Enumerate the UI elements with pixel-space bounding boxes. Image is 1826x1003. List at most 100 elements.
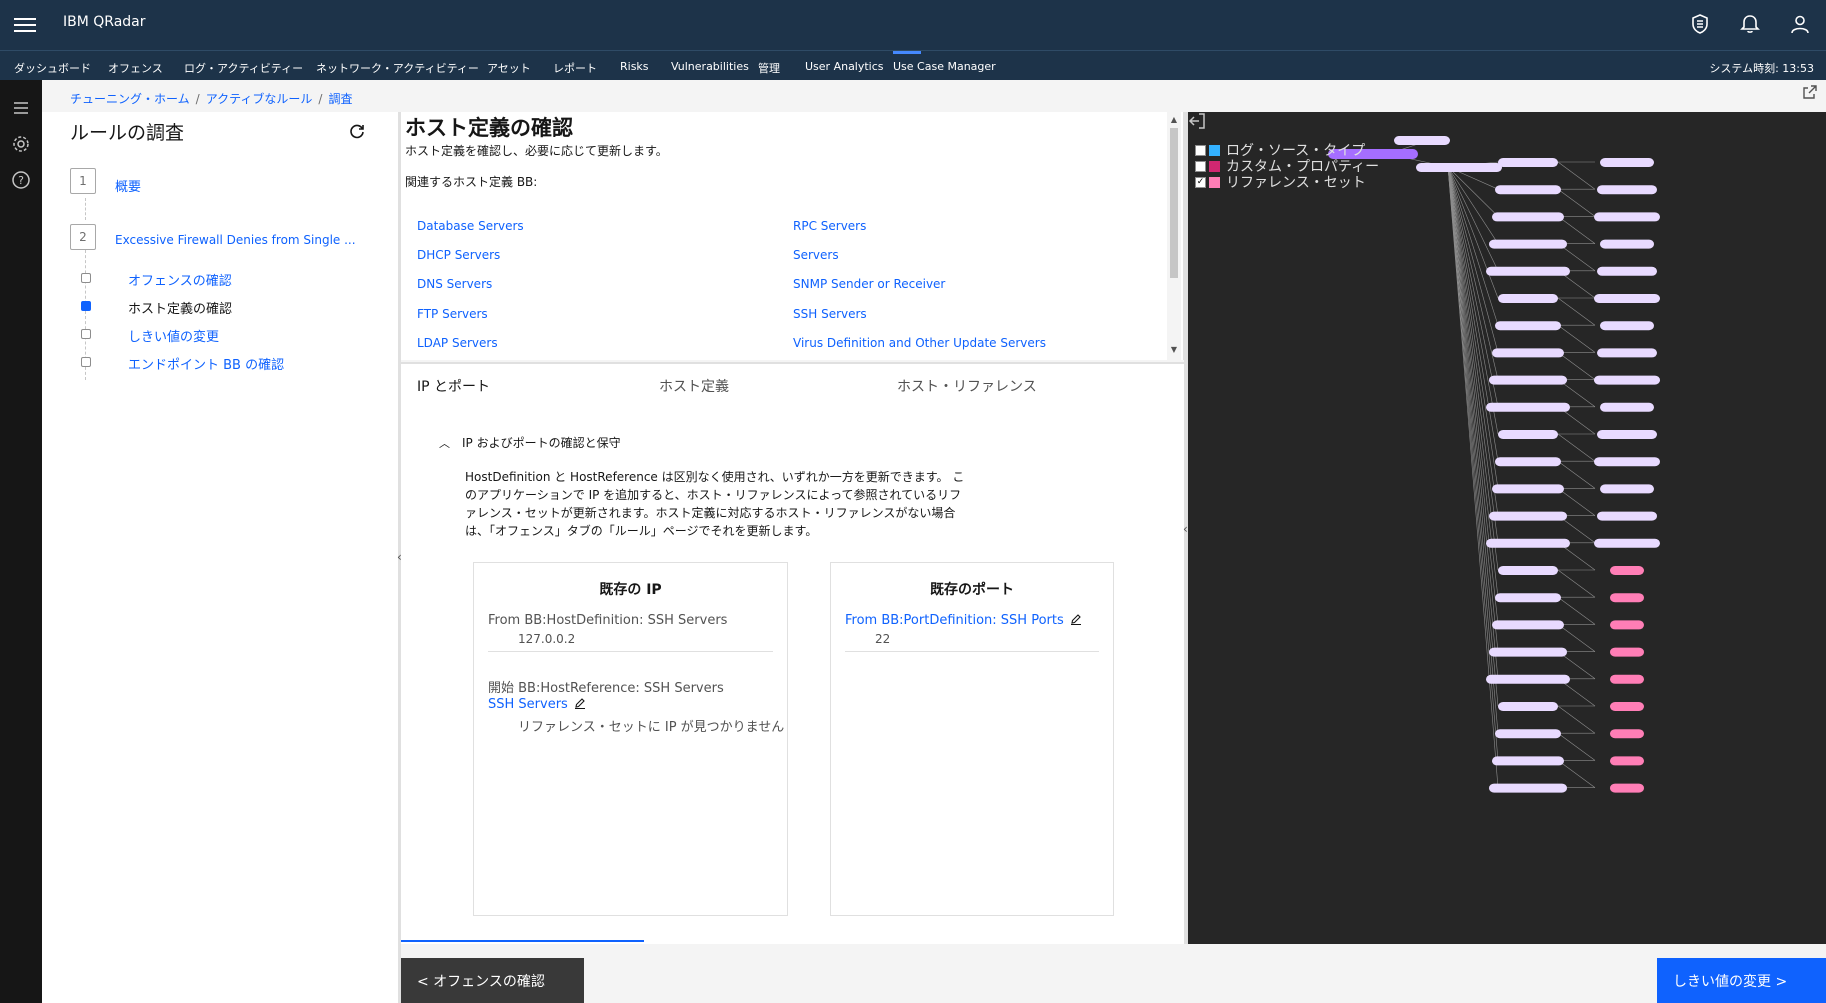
graph-node[interactable] <box>1597 266 1657 276</box>
graph-reference-node[interactable] <box>1610 702 1644 711</box>
help-icon[interactable]: ? <box>11 170 31 190</box>
graph-node[interactable] <box>1498 566 1558 575</box>
graph-node[interactable] <box>1498 294 1558 303</box>
graph-node[interactable] <box>1597 511 1657 521</box>
list-icon[interactable] <box>11 98 31 118</box>
graph-node[interactable] <box>1600 239 1654 249</box>
nav-risks[interactable]: Risks <box>620 60 649 73</box>
notification-icon[interactable] <box>1736 10 1764 38</box>
graph-node[interactable] <box>1486 674 1570 684</box>
host-bb-link[interactable]: FTP Servers <box>417 307 488 321</box>
next-step-button[interactable]: しきい値の変更 > <box>1657 958 1826 1003</box>
ref-link-label[interactable]: SSH Servers <box>488 697 568 712</box>
accordion-header[interactable]: ︿ IP およびポートの確認と保守 <box>439 434 621 451</box>
host-bb-link[interactable]: RPC Servers <box>793 219 866 233</box>
host-bb-link[interactable]: Database Servers <box>417 219 524 233</box>
nav-dashboard[interactable]: ダッシュボード <box>14 60 91 76</box>
breadcrumb-tuning-home[interactable]: チューニング・ホーム <box>70 92 190 106</box>
scroll-up-icon[interactable]: ▲ <box>1170 116 1178 124</box>
port-definition-label[interactable]: From BB:PortDefinition: SSH Ports <box>845 613 1064 628</box>
checkbox[interactable] <box>1195 160 1206 172</box>
host-bb-link[interactable]: SSH Servers <box>793 307 867 321</box>
graph-node[interactable] <box>1486 266 1570 276</box>
graph-node[interactable] <box>1489 375 1567 385</box>
substep-review-endpoint-bb[interactable]: エンドポイント BB の確認 <box>128 354 284 373</box>
graph-node[interactable] <box>1594 538 1660 548</box>
legend-reference-set[interactable]: ✓ リファレンス・セット <box>1195 174 1379 191</box>
nav-log-activity[interactable]: ログ・アクティビティー <box>184 60 303 76</box>
graph-node[interactable] <box>1492 756 1564 766</box>
graph-node[interactable] <box>1594 294 1660 303</box>
graph-node[interactable] <box>1594 375 1660 385</box>
nav-offenses[interactable]: オフェンス <box>108 60 163 76</box>
tab-ip-and-port[interactable]: IP とポート <box>417 376 490 396</box>
graph-node[interactable] <box>1597 430 1657 439</box>
checkbox-checked[interactable]: ✓ <box>1195 176 1206 188</box>
graph-node[interactable] <box>1594 212 1660 222</box>
graph-reference-node[interactable] <box>1610 783 1644 793</box>
graph-node[interactable] <box>1600 321 1654 331</box>
graph-node[interactable] <box>1495 729 1561 739</box>
breadcrumb-active-rules[interactable]: アクティブなルール <box>206 92 313 106</box>
scrollbar-thumb[interactable] <box>1170 128 1178 278</box>
graph-reference-node[interactable] <box>1610 729 1644 739</box>
settings-icon[interactable] <box>11 134 31 154</box>
shield-icon[interactable] <box>1686 10 1714 38</box>
graph-node[interactable] <box>1489 239 1567 249</box>
user-icon[interactable] <box>1786 10 1814 38</box>
graph-node[interactable] <box>1495 185 1561 195</box>
graph-node[interactable] <box>1600 158 1654 167</box>
graph-reference-node[interactable] <box>1610 593 1644 603</box>
graph-reference-node[interactable] <box>1610 647 1644 657</box>
graph-node[interactable] <box>1495 457 1561 467</box>
nav-vulnerabilities[interactable]: Vulnerabilities <box>671 60 749 73</box>
graph-node[interactable] <box>1492 212 1564 222</box>
port-definition-link[interactable]: From BB:PortDefinition: SSH Ports <box>845 613 1082 628</box>
graph-node[interactable] <box>1486 402 1570 412</box>
tab-host-reference[interactable]: ホスト・リファレンス <box>897 376 1037 396</box>
breadcrumb-investigate[interactable]: 調査 <box>328 92 352 106</box>
graph-reference-node[interactable] <box>1610 674 1644 684</box>
ssh-servers-ref-link[interactable]: SSH Servers <box>488 697 586 712</box>
graph-reference-node[interactable] <box>1610 620 1644 630</box>
edit-icon[interactable] <box>574 697 586 709</box>
nav-admin[interactable]: 管理 <box>758 60 780 76</box>
graph-node[interactable] <box>1416 163 1502 172</box>
nav-user-analytics[interactable]: User Analytics <box>805 60 884 73</box>
graph-node[interactable] <box>1495 321 1561 331</box>
substep-review-offenses[interactable]: オフェンスの確認 <box>128 270 232 289</box>
graph-node[interactable] <box>1492 348 1564 358</box>
graph-node[interactable] <box>1498 702 1558 711</box>
edit-icon[interactable] <box>1070 613 1082 625</box>
graph-node[interactable] <box>1594 457 1660 467</box>
host-bb-link[interactable]: LDAP Servers <box>417 336 498 350</box>
substep-change-threshold[interactable]: しきい値の変更 <box>128 326 219 345</box>
step-rule-name[interactable]: Excessive Firewall Denies from Single ..… <box>115 233 356 247</box>
graph-node[interactable] <box>1498 158 1558 167</box>
graph-node[interactable] <box>1489 647 1567 657</box>
graph-node[interactable] <box>1597 348 1657 358</box>
graph-node[interactable] <box>1498 430 1558 439</box>
host-bb-link[interactable]: Virus Definition and Other Update Server… <box>793 336 1046 350</box>
nav-reports[interactable]: レポート <box>553 60 597 76</box>
nav-network-activity[interactable]: ネットワーク・アクティビティー <box>316 60 479 76</box>
graph-node[interactable] <box>1489 783 1567 793</box>
graph-node[interactable] <box>1489 511 1567 521</box>
graph-node[interactable] <box>1492 620 1564 630</box>
graph-node[interactable] <box>1492 484 1564 494</box>
host-bb-link[interactable]: Servers <box>793 248 839 262</box>
graph-reference-node[interactable] <box>1610 566 1644 575</box>
graph-reference-node[interactable] <box>1610 756 1644 766</box>
checkbox[interactable] <box>1195 144 1206 156</box>
substep-review-host-definitions[interactable]: ホスト定義の確認 <box>128 298 232 317</box>
host-bb-link[interactable]: DHCP Servers <box>417 248 500 262</box>
graph-node[interactable] <box>1600 484 1654 494</box>
host-bb-link[interactable]: SNMP Sender or Receiver <box>793 277 945 291</box>
host-bb-link[interactable]: DNS Servers <box>417 277 492 291</box>
tab-host-definition[interactable]: ホスト定義 <box>659 376 729 396</box>
launch-icon[interactable] <box>1802 84 1818 100</box>
graph-node[interactable] <box>1394 136 1450 145</box>
nav-assets[interactable]: アセット <box>487 60 531 76</box>
rule-graph[interactable] <box>1188 112 1826 944</box>
nav-use-case-manager[interactable]: Use Case Manager <box>893 51 996 73</box>
